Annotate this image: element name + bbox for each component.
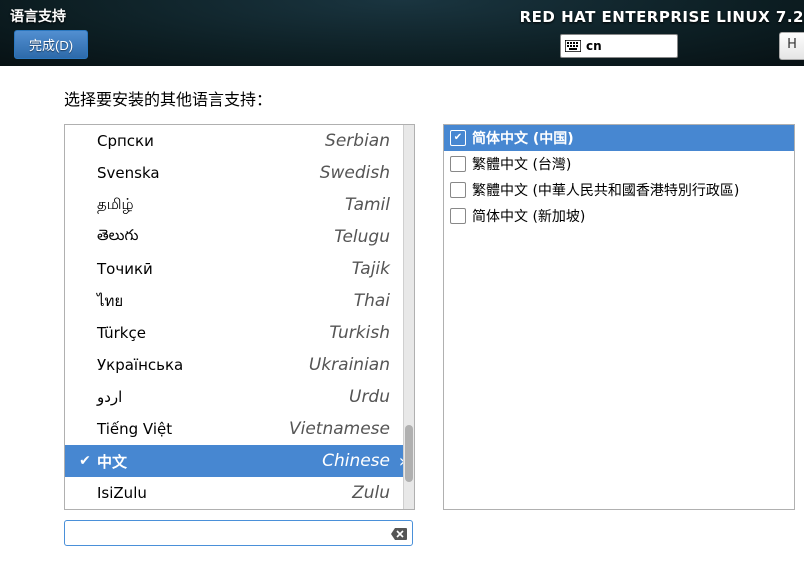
check-icon: ✔	[75, 453, 95, 469]
language-native-label: Точикӣ	[95, 260, 352, 278]
language-english-label: Ukrainian	[309, 355, 390, 375]
language-row[interactable]: ТочикӣTajik	[65, 253, 404, 285]
language-english-label: Serbian	[325, 131, 390, 151]
variant-label: 繁體中文 (中華人民共和國香港特別行政區)	[472, 180, 739, 200]
scrollbar-thumb[interactable]	[405, 425, 413, 483]
variant-checkbox[interactable]	[450, 130, 466, 146]
language-english-label: Vietnamese	[289, 419, 390, 439]
language-row[interactable]: SvenskaSwedish	[65, 157, 404, 189]
content-area: 选择要安装的其他语言支持： СрпскиSerbianSvenskaSwedis…	[0, 66, 804, 546]
variant-label: 简体中文 (中国)	[472, 128, 574, 148]
language-native-label: Svenska	[95, 164, 320, 182]
language-english-label: Zulu	[352, 483, 390, 503]
language-row[interactable]: IsiZuluZulu	[65, 477, 404, 509]
language-english-label: Telugu	[334, 227, 390, 247]
keyboard-icon	[565, 40, 581, 52]
variant-label: 简体中文 (新加坡)	[472, 206, 585, 226]
language-row[interactable]: اردوUrdu	[65, 381, 404, 413]
variant-checkbox[interactable]	[450, 208, 466, 224]
language-english-label: Turkish	[329, 323, 390, 343]
language-row[interactable]: தமிழ்Tamil	[65, 189, 404, 221]
keyboard-indicator[interactable]: cn	[560, 34, 678, 58]
header-bar: 语言支持 完成(D) RED HAT ENTERPRISE LINUX 7.2 …	[0, 0, 804, 66]
language-row[interactable]: УкраїнськаUkrainian	[65, 349, 404, 381]
variant-checkbox[interactable]	[450, 182, 466, 198]
language-native-label: தமிழ்	[95, 195, 345, 215]
variant-row[interactable]: 繁體中文 (台灣)	[444, 151, 794, 177]
language-native-label: Türkçe	[95, 324, 329, 342]
variant-row[interactable]: 繁體中文 (中華人民共和國香港特別行政區)	[444, 177, 794, 203]
prompt-text: 选择要安装的其他语言支持：	[64, 86, 804, 110]
language-native-label: Tiếng Việt	[95, 420, 289, 438]
language-english-label: Swedish	[320, 163, 390, 183]
page-title: 语言支持	[10, 6, 66, 26]
language-english-label: Thai	[354, 291, 390, 311]
keyboard-indicator-label: cn	[586, 39, 602, 53]
language-english-label: Urdu	[349, 387, 390, 407]
language-row[interactable]: Tiếng ViệtVietnamese	[65, 413, 404, 445]
language-native-label: 中文	[95, 451, 322, 472]
variant-checkbox[interactable]	[450, 156, 466, 172]
scrollbar-track[interactable]	[403, 125, 414, 509]
variant-row[interactable]: 简体中文 (中国)	[444, 125, 794, 151]
variant-label: 繁體中文 (台灣)	[472, 154, 571, 174]
variant-row[interactable]: 简体中文 (新加坡)	[444, 203, 794, 229]
language-row[interactable]: ✔中文Chinese›	[65, 445, 414, 477]
language-row[interactable]: ไทยThai	[65, 285, 404, 317]
product-label: RED HAT ENTERPRISE LINUX 7.2	[520, 8, 804, 26]
clear-search-icon[interactable]	[391, 526, 407, 540]
help-button[interactable]: H	[779, 32, 804, 60]
language-native-label: ไทย	[95, 289, 354, 313]
language-row[interactable]: TürkçeTurkish	[65, 317, 404, 349]
search-input[interactable]	[64, 520, 413, 546]
language-english-label: Tajik	[352, 259, 390, 279]
language-english-label: Chinese	[322, 451, 390, 471]
language-list[interactable]: СрпскиSerbianSvenskaSwedishதமிழ்Tamilతెల…	[64, 124, 415, 510]
language-native-label: IsiZulu	[95, 484, 352, 502]
language-native-label: اردو	[95, 388, 349, 406]
language-native-label: Українська	[95, 356, 309, 374]
variant-list[interactable]: 简体中文 (中国) 繁體中文 (台灣) 繁體中文 (中華人民共和國香港特別行政區) 简…	[443, 124, 795, 510]
language-native-label: తెలుగు	[95, 226, 334, 248]
language-native-label: Српски	[95, 132, 325, 150]
done-button[interactable]: 完成(D)	[14, 30, 88, 59]
language-row[interactable]: СрпскиSerbian	[65, 125, 404, 157]
language-row[interactable]: తెలుగుTelugu	[65, 221, 404, 253]
language-english-label: Tamil	[345, 195, 390, 215]
